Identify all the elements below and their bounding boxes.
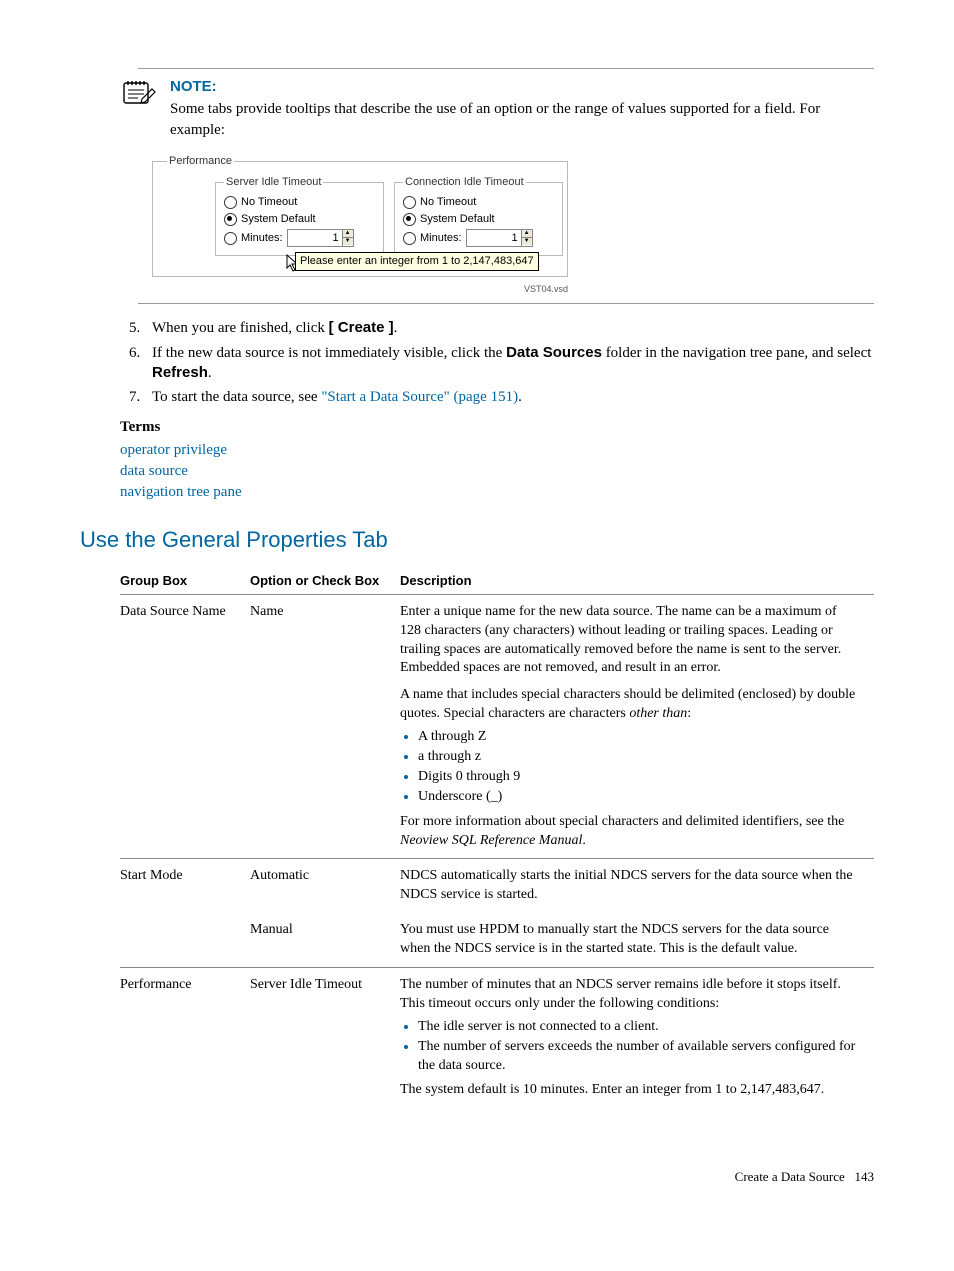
th-group: Group Box — [120, 568, 250, 594]
cell-option-name: Name — [250, 594, 400, 859]
term-data-source[interactable]: data source — [120, 461, 874, 482]
radio-no-timeout-conn[interactable] — [403, 196, 416, 209]
radio-sys-default-server[interactable] — [224, 213, 237, 226]
step-5: When you are finished, click [ Create ]. — [144, 318, 874, 338]
label-minutes-server: Minutes: — [241, 231, 283, 246]
page-footer: Create a Data Source 143 — [80, 1168, 874, 1186]
cell-group-dsname: Data Source Name — [120, 594, 250, 859]
tooltip-box: Please enter an integer from 1 to 2,147,… — [295, 252, 539, 271]
table-row: Data Source Name Name Enter a unique nam… — [120, 594, 874, 859]
terms-list: operator privilege data source navigatio… — [120, 440, 874, 503]
th-option: Option or Check Box — [250, 568, 400, 594]
link-start-ds[interactable]: "Start a Data Source" (page 151) — [321, 389, 518, 405]
term-nav-tree-pane[interactable]: navigation tree pane — [120, 482, 874, 503]
cell-option-sit: Server Idle Timeout — [250, 968, 400, 1109]
cell-desc-name: Enter a unique name for the new data sou… — [400, 594, 874, 859]
step-6: If the new data source is not immediatel… — [144, 343, 874, 384]
note-top-rule — [138, 68, 874, 69]
note-block: NOTE: Some tabs provide tooltips that de… — [120, 77, 874, 140]
cell-option-manual: Manual — [250, 913, 400, 967]
tooltip-example-image: Performance Server Idle Timeout No Timeo… — [150, 154, 874, 296]
table-row: Performance Server Idle Timeout The numb… — [120, 968, 874, 1109]
cell-group-perf: Performance — [120, 968, 250, 1109]
radio-minutes-server[interactable] — [224, 232, 237, 245]
note-bottom-rule — [138, 303, 874, 304]
label-no-timeout-conn: No Timeout — [420, 195, 476, 210]
server-idle-legend: Server Idle Timeout — [224, 175, 323, 190]
step-7: To start the data source, see "Start a D… — [144, 387, 874, 407]
radio-minutes-conn[interactable] — [403, 232, 416, 245]
note-body: Some tabs provide tooltips that describe… — [170, 99, 874, 140]
minutes-input-server[interactable]: 1 ▲▼ — [287, 229, 354, 247]
cell-option-auto: Automatic — [250, 859, 400, 913]
terms-heading: Terms — [120, 417, 874, 437]
note-icon — [120, 77, 156, 107]
cell-desc-auto: NDCS automatically starts the initial ND… — [400, 859, 874, 913]
label-sys-default-server: System Default — [241, 212, 316, 227]
minutes-input-conn[interactable]: 1 ▲▼ — [466, 229, 533, 247]
section-heading: Use the General Properties Tab — [80, 525, 874, 555]
label-sys-default-conn: System Default — [420, 212, 495, 227]
vsd-filename: VST04.vsd — [150, 283, 568, 295]
label-no-timeout-server: No Timeout — [241, 195, 297, 210]
steps-list: When you are finished, click [ Create ].… — [120, 318, 874, 407]
radio-no-timeout-server[interactable] — [224, 196, 237, 209]
properties-table: Group Box Option or Check Box Descriptio… — [120, 568, 874, 1108]
label-minutes-conn: Minutes: — [420, 231, 462, 246]
term-operator-privilege[interactable]: operator privilege — [120, 440, 874, 461]
conn-idle-legend: Connection Idle Timeout — [403, 175, 526, 190]
radio-sys-default-conn[interactable] — [403, 213, 416, 226]
performance-legend: Performance — [167, 154, 234, 169]
table-row: Start Mode Automatic NDCS automatically … — [120, 859, 874, 913]
note-title: NOTE: — [170, 77, 874, 97]
th-desc: Description — [400, 568, 874, 594]
cell-desc-sit: The number of minutes that an NDCS serve… — [400, 968, 874, 1109]
cell-desc-manual: You must use HPDM to manually start the … — [400, 913, 874, 967]
cell-group-startmode: Start Mode — [120, 859, 250, 968]
